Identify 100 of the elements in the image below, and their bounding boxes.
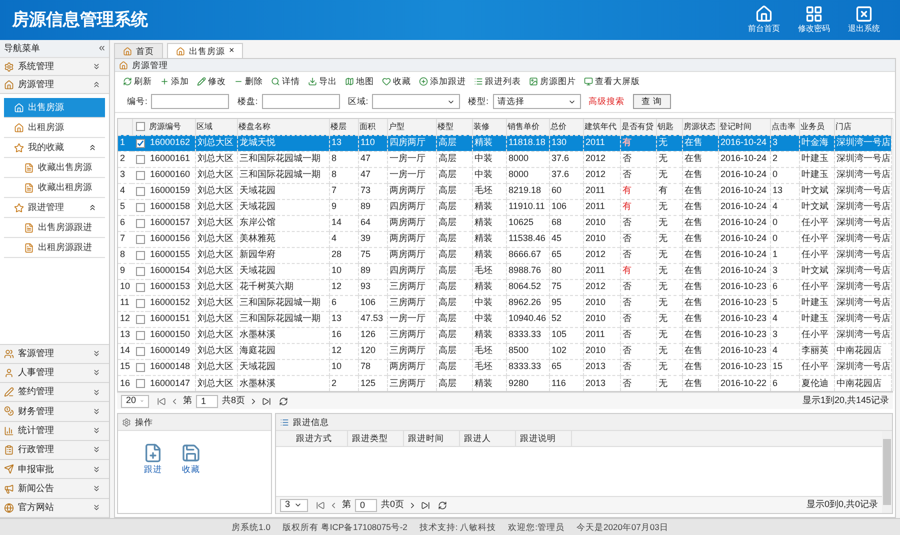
- tab[interactable]: 出售房源 ×: [167, 43, 244, 58]
- sidebar-section-header[interactable]: 统计管理: [0, 422, 109, 441]
- row-checkbox[interactable]: [136, 330, 144, 340]
- expand-icon[interactable]: [92, 406, 101, 416]
- sidebar-item[interactable]: 出租房源: [4, 118, 105, 138]
- toolbar-button[interactable]: 房源图片: [529, 75, 576, 88]
- table-row[interactable]: 7 16000156 刘总大区 美林雅苑 4 39 两房两厅 高层 精装 11538.46 45 2010 否 无 在售 2016-10-24 0 任小平 深圳湾一号店: [118, 231, 891, 247]
- column-header[interactable]: 跟进时间: [404, 431, 460, 446]
- row-checkbox[interactable]: [136, 138, 144, 148]
- panel-action-button[interactable]: 收藏: [181, 443, 201, 476]
- toolbar-button[interactable]: 收藏: [382, 75, 411, 88]
- first-page-icon[interactable]: [157, 396, 166, 406]
- row-checkbox[interactable]: [136, 362, 144, 372]
- scrollbar[interactable]: [882, 431, 892, 513]
- header-action-button[interactable]: 前台首页: [748, 5, 780, 35]
- toolbar-button[interactable]: 删除: [234, 75, 263, 88]
- collapse-icon[interactable]: [92, 80, 101, 89]
- collapse-sidebar-button[interactable]: «: [98, 43, 105, 54]
- column-header[interactable]: 跟进类型: [348, 431, 404, 446]
- previous-page-icon[interactable]: [170, 396, 179, 406]
- table-row[interactable]: 16 16000147 刘总大区 水墨林溪 2 125 三房两厅 高层 精装 9280 116 2013 否 无 在售 2016-10-22 6 夏伦迪 中南花园店: [118, 375, 891, 391]
- sidebar-item[interactable]: 收藏出售房源: [4, 158, 105, 178]
- table-row[interactable]: 9 16000154 刘总大区 天域花园 10 89 四房两厅 高层 毛坯 8988.76 80 2011 有 无 在售 2016-10-24 3 叶文斌 深圳湾一号店: [118, 263, 891, 279]
- toolbar-button[interactable]: 添加: [160, 75, 189, 88]
- sidebar-item[interactable]: 收藏出租房源: [4, 178, 105, 198]
- row-checkbox[interactable]: [136, 346, 144, 356]
- sidebar-section-header[interactable]: 房源管理: [0, 76, 109, 94]
- row-checkbox[interactable]: [136, 234, 144, 244]
- row-checkbox[interactable]: [136, 170, 144, 180]
- column-header[interactable]: 跟进人: [460, 431, 516, 446]
- column-header[interactable]: 跟进方式: [292, 431, 348, 446]
- row-checkbox[interactable]: [136, 154, 144, 164]
- sidebar-section-header[interactable]: 系统管理: [0, 58, 109, 76]
- row-checkbox[interactable]: [136, 186, 144, 196]
- table-row[interactable]: 15 16000148 刘总大区 天域花园 10 78 两房两厅 高层 毛坯 8333.33 65 2013 否 无 在售 2016-10-23 15 任小平 深圳湾一号店: [118, 359, 891, 375]
- expand-icon[interactable]: [92, 62, 101, 71]
- sidebar-section-header[interactable]: 人事管理: [0, 364, 109, 383]
- table-row[interactable]: 4 16000159 刘总大区 天域花园 7 73 两房两厅 高层 毛坯 8219.18 60 2011 有 有 在售 2016-10-24 13 叶文斌 深圳湾一号店: [118, 183, 891, 199]
- previous-page-icon[interactable]: [329, 500, 338, 510]
- page-size-select[interactable]: 20: [121, 394, 149, 408]
- row-checkbox[interactable]: [136, 282, 144, 292]
- expand-icon[interactable]: [92, 445, 101, 454]
- advanced-search-link[interactable]: 高级搜索: [588, 95, 624, 108]
- expand-icon[interactable]: [92, 503, 101, 512]
- row-checkbox[interactable]: [136, 298, 144, 308]
- row-checkbox[interactable]: [136, 202, 144, 212]
- refresh-icon[interactable]: [279, 396, 288, 406]
- toolbar-button[interactable]: 刷新: [123, 75, 152, 88]
- toolbar-button[interactable]: 修改: [197, 75, 226, 88]
- table-row[interactable]: 8 16000155 刘总大区 新园华府 28 75 两房两厅 高层 精装 8666.67 65 2012 否 无 在售 2016-10-24 1 任小平 深圳湾一号店: [118, 247, 891, 263]
- sidebar-section-header[interactable]: 签约管理: [0, 382, 109, 402]
- expand-icon[interactable]: [92, 349, 101, 358]
- toolbar-button[interactable]: 地图: [345, 75, 374, 88]
- select-all-checkbox[interactable]: [136, 122, 145, 132]
- last-page-icon[interactable]: [262, 396, 272, 406]
- sidebar-section-header[interactable]: 财务管理: [0, 402, 109, 422]
- sidebar-item[interactable]: 我的收藏: [4, 138, 105, 158]
- row-checkbox[interactable]: [136, 378, 144, 388]
- sidebar-section-header[interactable]: 行政管理: [0, 440, 109, 460]
- search-select[interactable]: 请选择: [492, 94, 580, 109]
- expand-icon[interactable]: [92, 368, 101, 378]
- row-checkbox[interactable]: [136, 218, 144, 228]
- sidebar-item[interactable]: 出售房源跟进: [4, 218, 105, 238]
- search-field[interactable]: [151, 94, 230, 109]
- table-row[interactable]: 2 16000161 刘总大区 三和国际花园城一期 8 47 一房一厅 高层 中装 8000 37.6 2012 否 无 在售 2016-10-24 2 叶建玉 深圳湾一号店: [118, 151, 891, 167]
- panel-action-button[interactable]: 跟进: [143, 443, 163, 476]
- sidebar-item[interactable]: 跟进管理: [4, 198, 105, 218]
- expand-icon[interactable]: [92, 464, 101, 474]
- sidebar-section-header[interactable]: 申报审批: [0, 460, 109, 480]
- table-row[interactable]: 10 16000153 刘总大区 花千树英六期 12 93 三房两厅 高层 精装 8064.52 75 2012 否 无 在售 2016-10-23 6 任小平 深圳湾一号店: [118, 279, 891, 295]
- toolbar-button[interactable]: 详情: [271, 75, 300, 88]
- row-checkbox[interactable]: [136, 314, 144, 324]
- header-action-button[interactable]: 修改密码: [798, 5, 830, 35]
- search-field[interactable]: [262, 94, 340, 109]
- expand-icon[interactable]: [92, 484, 101, 494]
- refresh-icon[interactable]: [438, 500, 448, 510]
- close-tab-button[interactable]: ×: [229, 44, 234, 58]
- expand-icon[interactable]: [92, 426, 101, 436]
- table-row[interactable]: 5 16000158 刘总大区 天域花园 9 89 四房两厅 高层 精装 11910.11 106 2011 有 无 在售 2016-10-24 4 叶文斌 深圳湾一号店: [118, 199, 891, 215]
- table-row[interactable]: 11 16000152 刘总大区 三和国际花园城一期 6 106 三房两厅 高层 中装 8962.26 95 2010 否 无 在售 2016-10-23 5 叶建玉 深圳湾一号店: [118, 295, 891, 311]
- first-page-icon[interactable]: [316, 500, 325, 510]
- toolbar-button[interactable]: 导出: [308, 75, 337, 88]
- tab[interactable]: 首页: [114, 43, 163, 58]
- table-row[interactable]: 3 16000160 刘总大区 三和国际花园城一期 8 47 一房一厅 高层 中装 8000 37.6 2012 否 无 在售 2016-10-24 0 叶建玉 深圳湾一号店: [118, 167, 891, 183]
- last-page-icon[interactable]: [421, 500, 430, 510]
- page-number-field[interactable]: 0: [355, 498, 377, 512]
- toolbar-button[interactable]: 查看大屏版: [584, 75, 640, 88]
- table-row[interactable]: 13 16000150 刘总大区 水墨林溪 16 126 三房两厅 高层 精装 8333.33 105 2011 否 无 在售 2016-10-23 3 任小平 深圳湾一号店: [118, 327, 891, 343]
- row-checkbox[interactable]: [136, 250, 144, 260]
- collapse-icon[interactable]: [88, 143, 97, 152]
- page-number-field[interactable]: 1: [196, 394, 218, 408]
- toolbar-button[interactable]: 添加跟进: [419, 75, 466, 88]
- page-size-select[interactable]: 3: [280, 498, 308, 512]
- toolbar-button[interactable]: 跟进列表: [474, 75, 521, 88]
- scrollbar[interactable]: [892, 119, 894, 391]
- column-header[interactable]: 跟进说明: [516, 431, 572, 446]
- sidebar-section-header[interactable]: 客源管理: [0, 344, 109, 364]
- sidebar-item[interactable]: 出租房源跟进: [4, 238, 105, 258]
- table-row[interactable]: 6 16000157 刘总大区 东岸公馆 14 64 两房两厅 高层 精装 10625 68 2010 否 无 在售 2016-10-24 0 任小平 深圳湾一号店: [118, 215, 891, 231]
- header-action-button[interactable]: 退出系统: [848, 5, 880, 35]
